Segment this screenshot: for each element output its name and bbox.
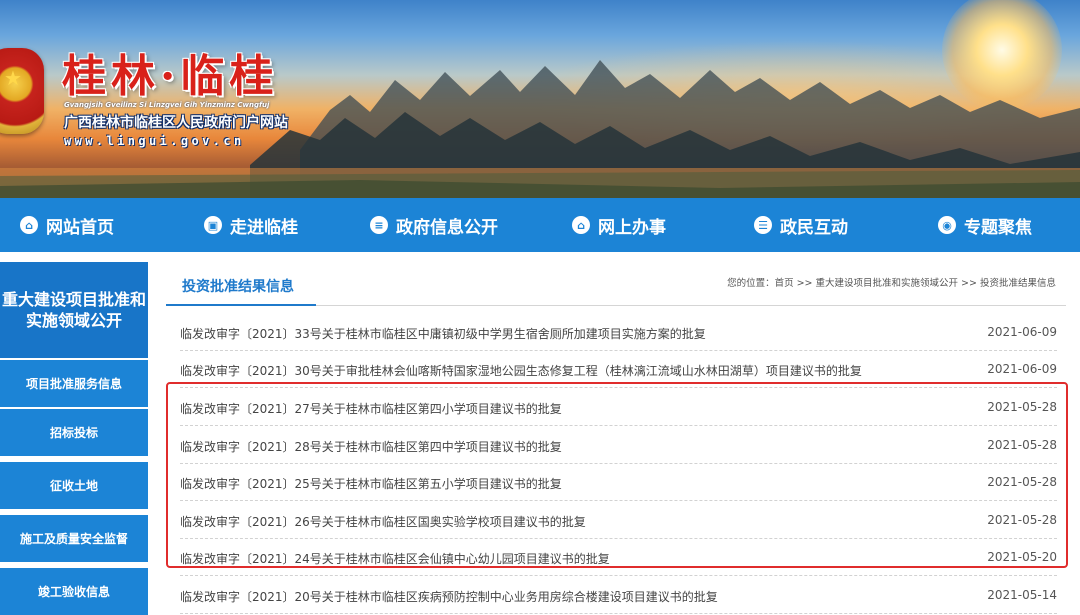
list-item-date: 2021-06-09 [987, 325, 1057, 339]
list-item[interactable]: 临发改审字〔2021〕27号关于桂林市临桂区第四小学项目建议书的批复 2021-… [180, 389, 1057, 426]
title-underline [166, 304, 316, 306]
list-item-date: 2021-05-28 [987, 513, 1057, 527]
list-item-title[interactable]: 临发改审字〔2021〕33号关于桂林市临桂区中庸镇初级中学男生宿舍厕所加建项目实… [180, 325, 706, 342]
nav-item-label: 网站首页 [46, 217, 114, 238]
nav-item-home[interactable]: ⌂ 网站首页 [20, 198, 114, 252]
list-item[interactable]: 临发改审字〔2021〕24号关于桂林市临桂区会仙镇中心幼儿园项目建议书的批复 2… [180, 539, 1057, 576]
list-item-date: 2021-05-28 [987, 475, 1057, 489]
breadcrumb: 您的位置：首页 >> 重大建设项目批准和实施领域公开 >> 投资批准结果信息 [727, 278, 1056, 289]
list-item[interactable]: 临发改审字〔2021〕25号关于桂林市临桂区第五小学项目建议书的批复 2021-… [180, 464, 1057, 501]
focus-icon: ◉ [938, 216, 956, 234]
header-banner: ★ 桂林·临桂 Gvangjsih Gveilinz Si Linzgvei G… [0, 0, 1080, 198]
nav-item-special-topics[interactable]: ◉ 专题聚焦 [938, 198, 1032, 252]
site-subtitle: 广西桂林市临桂区人民政府门户网站 [64, 115, 288, 131]
list-item-title[interactable]: 临发改审字〔2021〕24号关于桂林市临桂区会仙镇中心幼儿园项目建议书的批复 [180, 550, 610, 567]
nav-item-label: 专题聚焦 [964, 217, 1032, 238]
sidebar-item-land-acquisition[interactable]: 征收土地 [0, 462, 148, 509]
page-title: 投资批准结果信息 [182, 279, 294, 295]
list-item[interactable]: 临发改审字〔2021〕26号关于桂林市临桂区国奥实验学校项目建议书的批复 202… [180, 502, 1057, 539]
list-item[interactable]: 临发改审字〔2021〕30号关于审批桂林会仙喀斯特国家湿地公园生态修复工程（桂林… [180, 351, 1057, 388]
site-title: 桂林·临桂 [62, 51, 279, 102]
sidebar: 重大建设项目批准和实施领域公开 项目批准服务信息 招标投标 征收土地 施工及质量… [0, 262, 148, 615]
list-item-title[interactable]: 临发改审字〔2021〕27号关于桂林市临桂区第四小学项目建议书的批复 [180, 400, 562, 417]
content-header: 投资批准结果信息 您的位置：首页 >> 重大建设项目批准和实施领域公开 >> 投… [166, 262, 1066, 306]
nav-item-label: 网上办事 [598, 217, 666, 238]
list-item[interactable]: 临发改审字〔2021〕20号关于桂林市临桂区疾病预防控制中心业务用房综合楼建设项… [180, 577, 1057, 614]
sidebar-item-project-approval[interactable]: 项目批准服务信息 [0, 360, 148, 407]
image-icon: ▣ [204, 216, 222, 234]
list-item-title[interactable]: 临发改审字〔2021〕20号关于桂林市临桂区疾病预防控制中心业务用房综合楼建设项… [180, 588, 718, 605]
list-item-title[interactable]: 临发改审字〔2021〕30号关于审批桂林会仙喀斯特国家湿地公园生态修复工程（桂林… [180, 362, 862, 379]
sidebar-heading: 重大建设项目批准和实施领域公开 [0, 262, 148, 358]
nav-item-interaction[interactable]: ☰ 政民互动 [754, 198, 848, 252]
national-emblem-icon: ★ [0, 48, 44, 134]
main-nav: ⌂ 网站首页 ▣ 走进临桂 ≡ 政府信息公开 ⌂ 网上办事 ☰ 政民互动 ◉ 专… [0, 198, 1080, 252]
list-item-title[interactable]: 临发改审字〔2021〕28号关于桂林市临桂区第四中学项目建议书的批复 [180, 438, 562, 455]
list-item-date: 2021-05-28 [987, 400, 1057, 414]
nav-item-about[interactable]: ▣ 走进临桂 [204, 198, 298, 252]
list-item-title[interactable]: 临发改审字〔2021〕25号关于桂林市临桂区第五小学项目建议书的批复 [180, 475, 562, 492]
sidebar-item-bidding[interactable]: 招标投标 [0, 409, 148, 456]
document-icon: ≡ [370, 216, 388, 234]
list-item-date: 2021-05-20 [987, 550, 1057, 564]
list-item-date: 2021-05-14 [987, 588, 1057, 602]
list-item-title[interactable]: 临发改审字〔2021〕26号关于桂林市临桂区国奥实验学校项目建议书的批复 [180, 513, 586, 530]
list-item-date: 2021-05-28 [987, 438, 1057, 452]
list-item[interactable]: 临发改审字〔2021〕28号关于桂林市临桂区第四中学项目建议书的批复 2021-… [180, 427, 1057, 464]
home-icon: ⌂ [20, 216, 38, 234]
site-url: www.lingui.gov.cn [64, 134, 245, 148]
chat-icon: ☰ [754, 216, 772, 234]
nav-item-label: 走进临桂 [230, 217, 298, 238]
sidebar-item-completion-acceptance[interactable]: 竣工验收信息 [0, 568, 148, 615]
nav-item-info-disclosure[interactable]: ≡ 政府信息公开 [370, 198, 498, 252]
sidebar-item-construction-safety[interactable]: 施工及质量安全监督 [0, 515, 148, 562]
nav-item-label: 政民互动 [780, 217, 848, 238]
home-icon: ⌂ [572, 216, 590, 234]
nav-item-online-services[interactable]: ⌂ 网上办事 [572, 198, 666, 252]
list-item[interactable]: 临发改审字〔2021〕33号关于桂林市临桂区中庸镇初级中学男生宿舍厕所加建项目实… [180, 314, 1057, 351]
site-subtitle-zhuang: Gvangjsih Gveilinz Si Linzgvei Gih Yinzm… [64, 101, 270, 109]
list-item-date: 2021-06-09 [987, 362, 1057, 376]
nav-item-label: 政府信息公开 [396, 217, 498, 238]
